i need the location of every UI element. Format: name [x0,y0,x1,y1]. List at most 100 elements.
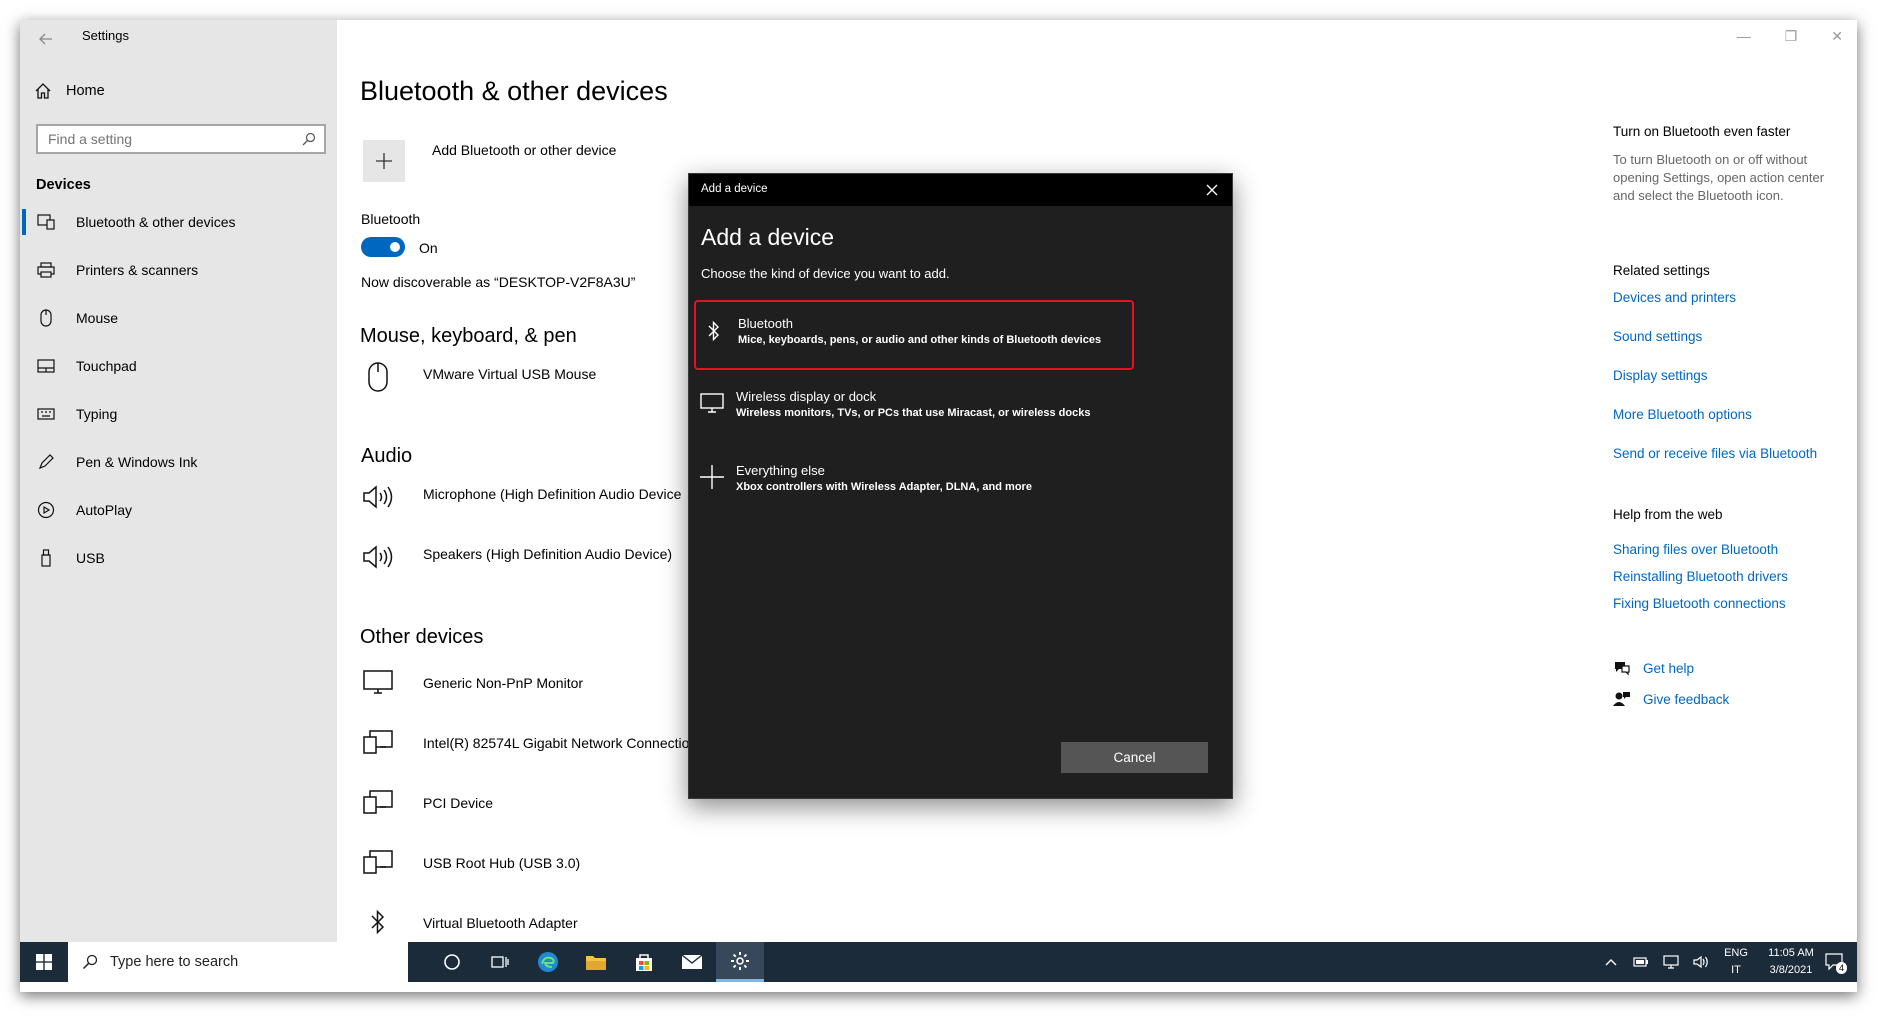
device-bt-adapter[interactable]: Virtual Bluetooth Adapter [423,915,578,931]
related-heading: Related settings [1613,263,1710,278]
language-top: ENG [1724,947,1748,959]
option-bluetooth[interactable]: Bluetooth Mice, keyboards, pens, or audi… [694,300,1134,370]
sidebar-item-printers[interactable]: Printers & scanners [20,250,337,290]
close-icon[interactable] [1202,180,1222,200]
cancel-button[interactable]: Cancel [1061,742,1208,773]
mail-icon[interactable] [668,942,716,982]
generic-device-icon [361,725,395,759]
add-device-label[interactable]: Add Bluetooth or other device [432,142,616,158]
edge-icon[interactable] [524,942,572,982]
sidebar-item-touchpad[interactable]: Touchpad [20,346,337,386]
sidebar-item-typing[interactable]: Typing [20,394,337,434]
device-monitor[interactable]: Generic Non-PnP Monitor [423,675,583,691]
close-icon[interactable]: ✕ [1831,28,1843,45]
option-description: Xbox controllers with Wireless Adapter, … [736,481,1032,493]
sidebar-item-autoplay[interactable]: AutoPlay [20,490,337,530]
window-controls: — ❐ ✕ [1737,28,1843,45]
task-view-icon[interactable] [476,942,524,982]
bluetooth-toggle[interactable] [361,237,405,257]
search-icon [82,954,98,970]
give-feedback[interactable]: Give feedback [1613,691,1729,707]
device-usb-hub[interactable]: USB Root Hub (USB 3.0) [423,855,580,871]
heading-mouse-keyboard-pen: Mouse, keyboard, & pen [360,325,577,347]
device-network[interactable]: Intel(R) 82574L Gigabit Network Connecti… [423,735,689,751]
tip-text: To turn Bluetooth on or off without open… [1613,152,1825,203]
link-devices-printers[interactable]: Devices and printers [1613,290,1736,305]
option-description: Wireless monitors, TVs, or PCs that use … [736,407,1091,419]
option-wireless-display[interactable]: Wireless display or dock Wireless monito… [694,374,1134,444]
sidebar-item-label: Bluetooth & other devices [76,214,236,230]
device-mouse[interactable]: VMware Virtual USB Mouse [423,366,596,382]
help-heading: Help from the web [1613,507,1723,522]
back-arrow-icon[interactable] [34,26,58,52]
touchpad-icon [34,354,58,378]
restore-icon[interactable]: ❐ [1785,28,1798,45]
dialog-titlebar: Add a device [689,174,1232,206]
sidebar-item-pen[interactable]: Pen & Windows Ink [20,442,337,482]
add-device-button[interactable] [363,140,405,182]
sidebar-item-usb[interactable]: USB [20,538,337,578]
dialog-heading: Add a device [701,224,834,250]
clock-time: 11:05 AM [1768,947,1814,959]
mouse-icon [361,360,395,394]
network-icon[interactable] [1658,942,1684,982]
language-indicator[interactable]: ENG IT [1720,945,1752,979]
chat-help-icon [1615,662,1630,676]
page-title: Bluetooth & other devices [360,76,668,106]
keyboard-icon [34,402,58,426]
chevron-up-icon[interactable] [1598,942,1624,982]
nav-home[interactable]: Home [34,82,105,100]
plus-icon [376,153,392,169]
link-sharing-files[interactable]: Sharing files over Bluetooth [1613,542,1778,557]
discoverable-text: Now discoverable as “DESKTOP-V2F8A3U” [361,274,636,290]
device-microphone[interactable]: Microphone (High Definition Audio Device [423,486,681,502]
dialog-subtitle: Choose the kind of device you want to ad… [701,266,950,281]
nav-home-label: Home [66,83,105,99]
monitor-icon [361,665,395,699]
taskbar-search[interactable]: Type here to search [68,942,408,982]
sidebar-item-label: Pen & Windows Ink [76,454,198,470]
option-everything-else[interactable]: Everything else Xbox controllers with Wi… [694,448,1134,518]
heading-other-devices: Other devices [360,626,484,648]
find-setting-search[interactable] [36,124,326,154]
store-icon[interactable] [620,942,668,982]
pen-icon [34,450,58,474]
cortana-icon[interactable] [428,942,476,982]
section-devices: Devices [36,177,91,193]
link-sound-settings[interactable]: Sound settings [1613,329,1702,344]
start-button[interactable] [20,942,68,982]
dialog-titlebar-text: Add a device [701,183,768,195]
link-send-receive-files[interactable]: Send or receive files via Bluetooth [1613,446,1817,461]
device-speakers[interactable]: Speakers (High Definition Audio Device) [423,546,672,562]
get-help[interactable]: Get help [1613,660,1694,676]
taskbar: Type here to search ENG IT 11:05 AM 3/8/… [20,942,1857,982]
generic-device-icon [361,845,395,879]
sidebar-item-label: USB [76,550,105,566]
link-display-settings[interactable]: Display settings [1613,368,1708,383]
speaker-icon [361,540,395,574]
link-more-bluetooth[interactable]: More Bluetooth options [1613,407,1752,422]
sidebar-item-mouse[interactable]: Mouse [20,298,337,338]
battery-icon[interactable] [1628,942,1654,982]
minimize-icon[interactable]: — [1737,28,1751,45]
file-explorer-icon[interactable] [572,942,620,982]
action-center-icon[interactable]: 4 [1820,942,1850,982]
printer-icon [34,258,58,282]
mouse-icon [34,306,58,330]
volume-icon[interactable] [1688,942,1714,982]
tip-heading: Turn on Bluetooth even faster [1613,124,1791,139]
search-input[interactable] [46,130,302,148]
sidebar-item-label: Printers & scanners [76,262,199,278]
link-fixing-connections[interactable]: Fixing Bluetooth connections [1613,596,1786,611]
bluetooth-label: Bluetooth [361,211,421,227]
clock[interactable]: 11:05 AM 3/8/2021 [1758,945,1824,979]
option-title: Wireless display or dock [736,389,877,404]
sidebar-item-label: AutoPlay [76,502,133,518]
settings-taskbar-icon[interactable] [716,942,764,982]
autoplay-icon [34,498,58,522]
sidebar-item-bluetooth[interactable]: Bluetooth & other devices [20,202,337,242]
option-title: Everything else [736,463,825,478]
device-pci[interactable]: PCI Device [423,795,493,811]
link-reinstalling-drivers[interactable]: Reinstalling Bluetooth drivers [1613,569,1788,584]
gear-icon [731,951,749,970]
